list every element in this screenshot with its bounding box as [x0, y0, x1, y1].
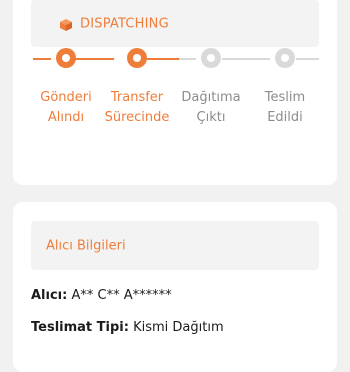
box-icon	[59, 17, 73, 31]
tracking-card: DISPATCHING Gönderi Alındı Transfer Süre…	[13, 0, 337, 185]
step-label-delivered: Teslim Edildi	[264, 90, 306, 125]
recipient-name-row: Alıcı: A** C** A******	[31, 288, 172, 303]
progress-line	[179, 58, 196, 60]
delivery-type-label: Teslimat Tipi:	[31, 320, 129, 335]
step-label-out-for-delivery: Dağıtıma Çıktı	[181, 90, 241, 125]
recipient-title: Alıcı Bilgileri	[46, 238, 126, 253]
recipient-header: Alıcı Bilgileri	[31, 221, 319, 270]
step-label-transfer: Transfer Sürecinde	[104, 90, 170, 125]
progress-tracker	[13, 48, 337, 88]
recipient-name-label: Alıcı:	[31, 288, 68, 303]
status-label: DISPATCHING	[80, 16, 169, 32]
step-dot-transfer	[127, 48, 147, 68]
progress-line	[33, 58, 51, 60]
status-banner: DISPATCHING	[31, 0, 319, 47]
step-label-received: Gönderi Alındı	[40, 90, 92, 125]
progress-line	[222, 58, 270, 60]
step-dot-out-for-delivery	[201, 48, 221, 68]
step-dot-delivered	[275, 48, 295, 68]
step-dot-received	[56, 48, 76, 68]
recipient-card: Alıcı Bilgileri Alıcı: A** C** A****** T…	[13, 202, 337, 372]
delivery-type-value: Kismi Dağıtım	[133, 320, 224, 335]
progress-line	[147, 58, 179, 60]
progress-line	[296, 58, 319, 60]
delivery-type-row: Teslimat Tipi: Kismi Dağıtım	[31, 320, 224, 335]
progress-line	[72, 58, 114, 60]
recipient-name-value: A** C** A******	[71, 288, 172, 303]
